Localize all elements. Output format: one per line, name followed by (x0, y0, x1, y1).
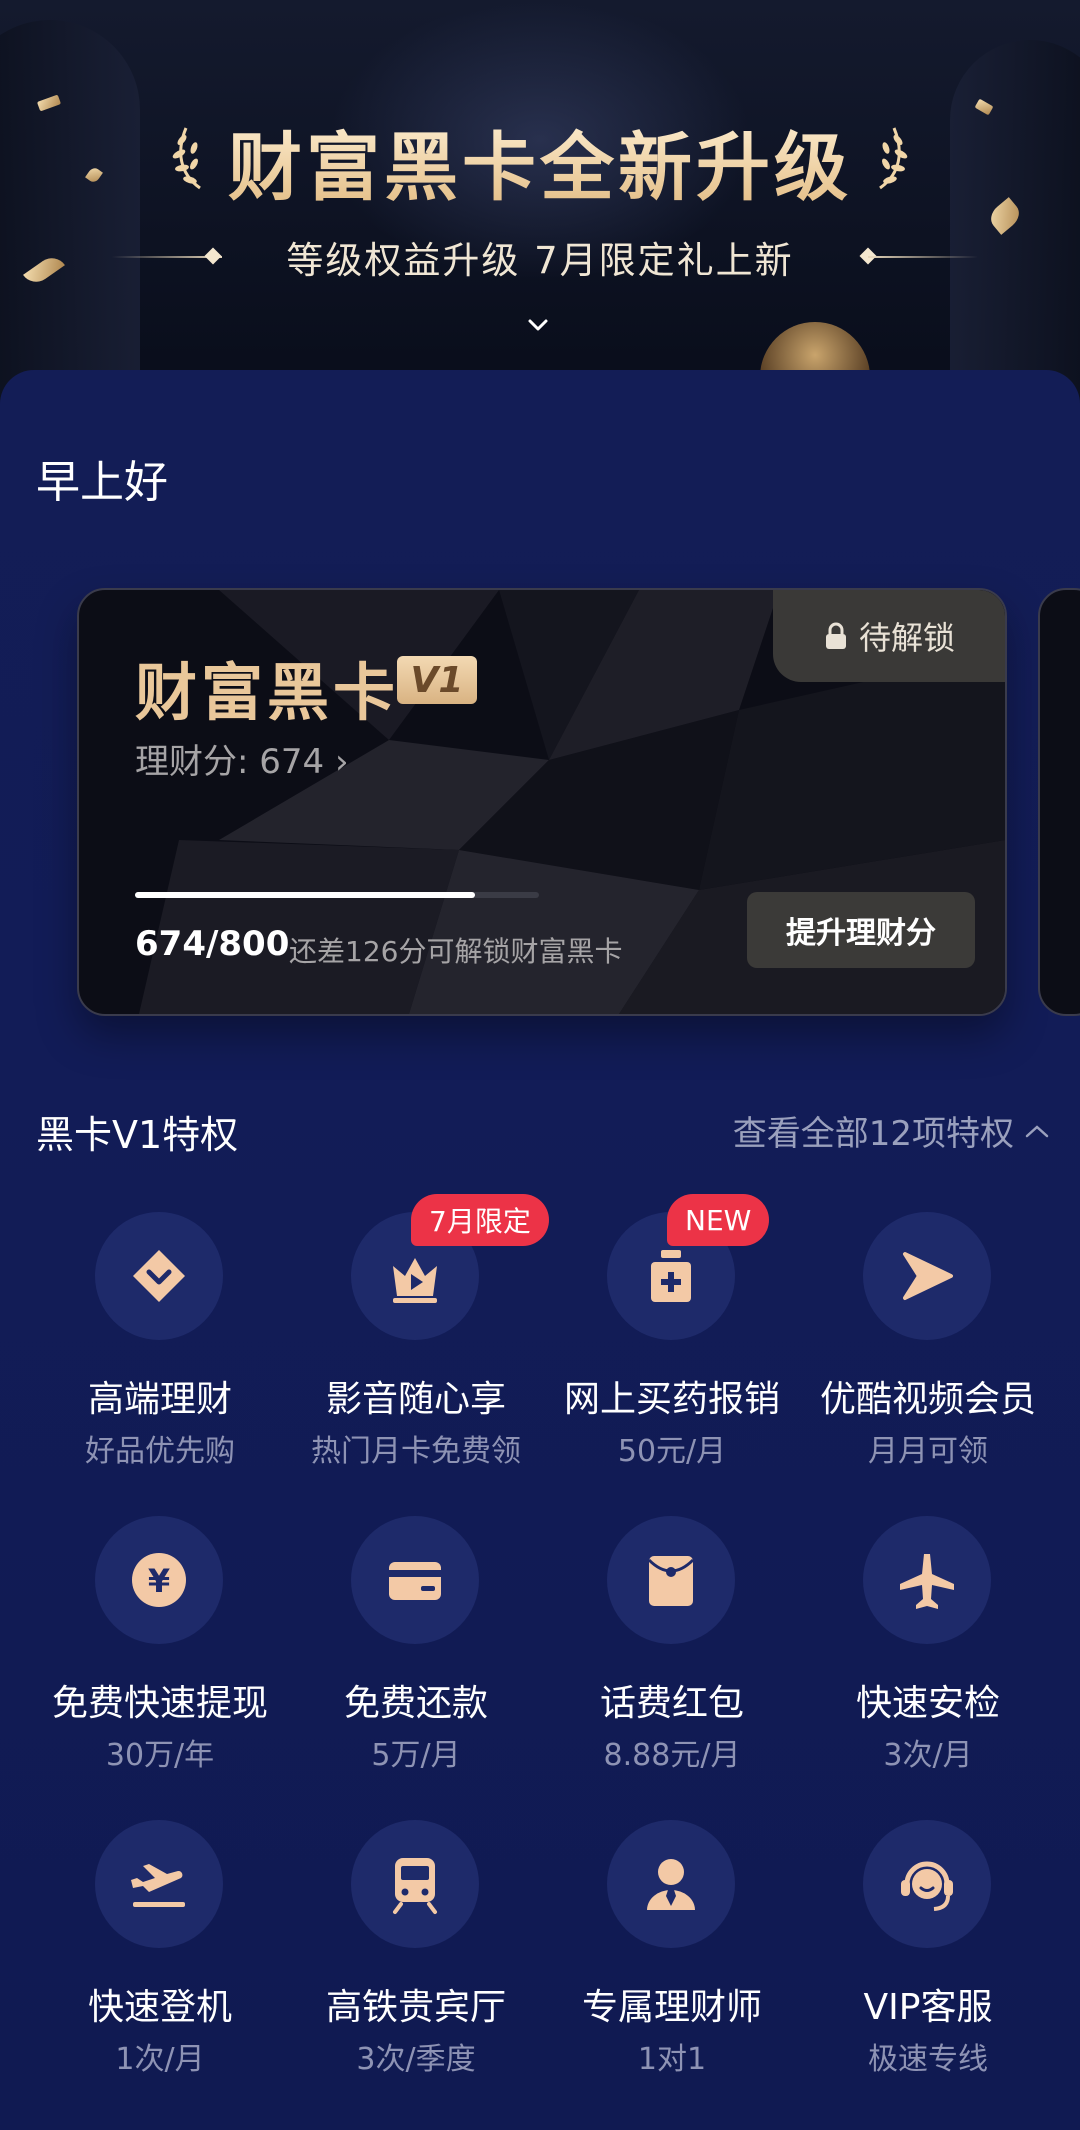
icon-circle (95, 1820, 223, 1948)
privilege-label: 快速安检 (855, 1683, 1000, 1724)
advisor-icon (647, 1859, 695, 1910)
icon-circle (351, 1516, 479, 1644)
credit-card-icon (389, 1562, 441, 1600)
icon-circle (863, 1820, 991, 1948)
lock-icon (825, 622, 846, 649)
icon-circle (351, 1820, 479, 1948)
score-progress-bar (135, 892, 539, 898)
privilege-sub: 5万/月 (371, 1738, 461, 1773)
privilege-sub: 8.88元/月 (603, 1738, 741, 1773)
privilege-sub: 1对1 (637, 2042, 707, 2077)
divider (868, 256, 978, 258)
privilege-sub: 好品优先购 (85, 1434, 235, 1469)
red-envelope-icon (647, 1556, 695, 1606)
icon-circle (607, 1516, 735, 1644)
next-card-peek[interactable] (1038, 588, 1080, 1016)
lock-status-badge: 待解锁 (773, 590, 1005, 682)
train-icon (393, 1858, 437, 1914)
see-all-label: 查看全部12项特权 (732, 1114, 1014, 1154)
privilege-label: 免费还款 (343, 1683, 488, 1724)
privilege-label: 高铁贵宾厅 (325, 1987, 506, 2028)
icon-circle: ¥ (95, 1516, 223, 1644)
privilege-label: 话费红包 (599, 1683, 744, 1724)
privilege-sub: 3次/月 (883, 1738, 973, 1773)
youku-icon (903, 1252, 953, 1300)
crown-play-icon (393, 1258, 437, 1303)
laurel-icon (879, 127, 908, 190)
medicine-bottle-icon (651, 1250, 691, 1302)
privileges-title: 黑卡V1特权 (36, 1113, 239, 1157)
privilege-sub: 1次/月 (115, 2042, 205, 2077)
privilege-sub: 月月可领 (868, 1434, 988, 1469)
privilege-label: 网上买药报销 (563, 1379, 780, 1420)
svg-text:¥: ¥ (148, 1562, 170, 1600)
diamond-icon (133, 1250, 185, 1302)
new-tag: NEW (667, 1194, 770, 1246)
privilege-label: 优酷视频会员 (819, 1379, 1036, 1420)
privilege-label: 专属理财师 (581, 1987, 762, 2028)
privilege-label: 高端理财 (87, 1379, 232, 1420)
upgrade-score-button[interactable]: 提升理财分 (747, 892, 975, 968)
privilege-sub: 热门月卡免费领 (311, 1434, 521, 1469)
card-title: 财富黑卡 (135, 656, 400, 729)
banner-title: 财富黑卡全新升级 (0, 108, 1080, 215)
icon-circle (95, 1212, 223, 1340)
privilege-label: 影音随心享 (325, 1379, 506, 1420)
progress-hint: 还差126分可解锁财富黑卡 (289, 935, 623, 968)
icon-circle (607, 1820, 735, 1948)
greeting: 早上好 (36, 457, 168, 508)
chevron-up-icon (1025, 1124, 1049, 1137)
lock-label: 待解锁 (858, 619, 955, 657)
privilege-label: VIP客服 (863, 1987, 993, 2028)
progress-value: 674/800 (135, 924, 290, 964)
privilege-sub: 30万/年 (105, 1738, 215, 1773)
chevron-down-icon[interactable] (527, 314, 549, 336)
airplane-icon (900, 1554, 954, 1609)
takeoff-icon (131, 1864, 185, 1907)
privilege-sub: 50元/月 (617, 1434, 727, 1469)
headset-icon (901, 1861, 953, 1911)
privilege-sub: 极速专线 (868, 2042, 988, 2077)
icon-circle (863, 1516, 991, 1644)
see-all-privileges-link[interactable]: 查看全部12项特权 (733, 1106, 1050, 1155)
black-card[interactable]: 待解锁 财富黑卡 V1 理财分: 674 › 674/800 还差126分可解锁… (77, 588, 1007, 1016)
privilege-sub: 3次/季度 (356, 2042, 476, 2077)
yen-coin-icon: ¥ (132, 1553, 186, 1607)
privilege-label: 快速登机 (87, 1987, 232, 2028)
finance-score-link[interactable]: 理财分: 674 › (135, 734, 349, 783)
limited-july-tag: 7月限定 (411, 1194, 549, 1246)
promo-banner[interactable]: 财富黑卡全新升级 等级权益升级 7月限定礼上新 (0, 0, 1080, 400)
score-progress-fill (135, 892, 476, 898)
level-badge: V1 (397, 656, 477, 704)
icon-circle (863, 1212, 991, 1340)
privilege-label: 免费快速提现 (51, 1683, 268, 1724)
